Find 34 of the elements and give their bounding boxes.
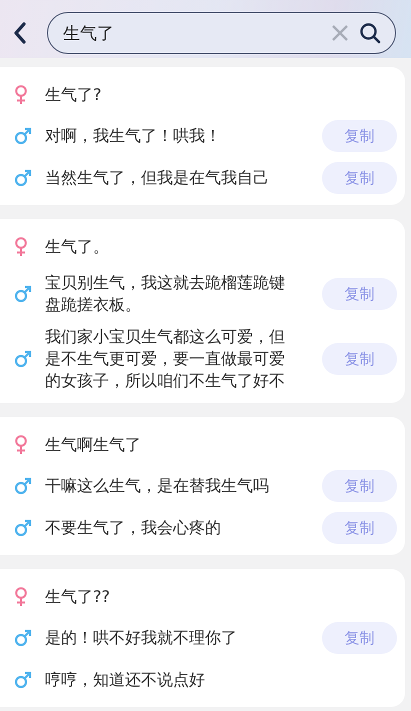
female-icon — [14, 237, 28, 257]
message-text: 哼哼，知道还不说点好 — [45, 669, 206, 691]
message-text: 生气了? — [45, 84, 102, 106]
message-text: 干嘛这么生气，是在替我生气吗 — [45, 475, 270, 497]
message-text: 当然生气了，但我是在气我自己 — [45, 167, 270, 189]
copy-button[interactable]: 复制 — [322, 278, 397, 310]
male-icon — [14, 169, 32, 187]
copy-button[interactable]: 复制 — [322, 343, 397, 375]
search-icon[interactable] — [359, 22, 381, 44]
back-icon[interactable] — [13, 21, 27, 45]
male-icon — [14, 285, 32, 303]
copy-button[interactable]: 复制 — [322, 512, 397, 544]
male-icon — [14, 127, 32, 145]
copy-button[interactable]: 复制 — [322, 470, 397, 502]
message-text: 不要生气了，我会心疼的 — [45, 517, 222, 539]
copy-button[interactable]: 复制 — [322, 162, 397, 194]
male-icon — [14, 629, 32, 647]
copy-button[interactable]: 复制 — [322, 120, 397, 152]
message-text: 我们家小宝贝生气都这么可爱，但是不生气更可爱，要一直做最可爱的女孩子，所以咱们不生气了好不 — [45, 326, 286, 392]
female-icon — [14, 587, 28, 607]
message-text: 是的！哄不好我就不理你了 — [45, 627, 238, 649]
message-text: 生气了?? — [45, 586, 111, 608]
message-text: 对啊，我生气了！哄我！ — [45, 125, 222, 147]
search-field[interactable]: 生气了 — [47, 12, 396, 54]
message-text: 宝贝别生气，我这就去跪榴莲跪键盘跪搓衣板。 — [45, 272, 286, 316]
female-icon — [14, 435, 28, 455]
message-text: 生气啊生气了 — [45, 434, 142, 456]
copy-button[interactable]: 复制 — [322, 622, 397, 654]
message-text: 生气了。 — [45, 236, 110, 258]
male-icon — [14, 519, 32, 537]
female-icon — [14, 85, 28, 105]
male-icon — [14, 350, 32, 368]
male-icon — [14, 477, 32, 495]
male-icon — [14, 671, 32, 689]
